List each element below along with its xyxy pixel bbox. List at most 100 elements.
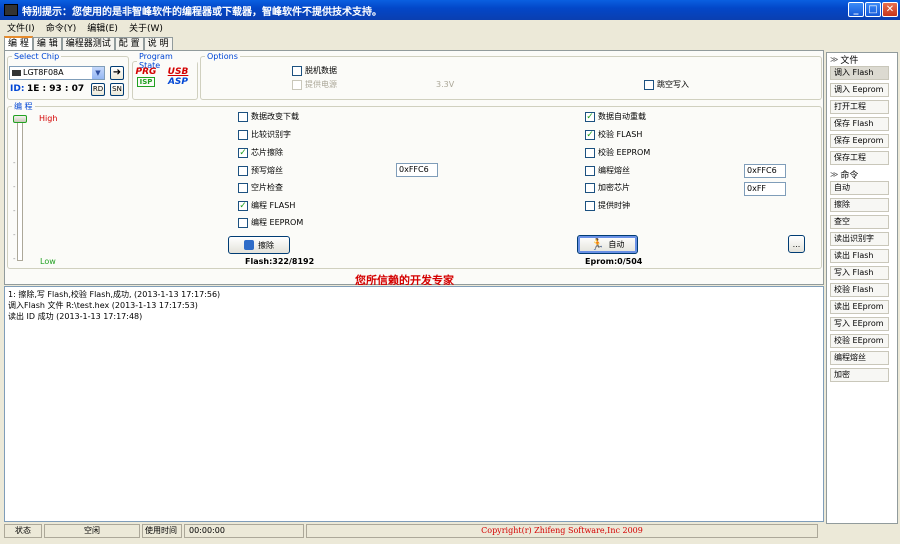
left-option-label: 预写熔丝 bbox=[251, 166, 283, 175]
close-button[interactable]: ✕ bbox=[882, 2, 898, 17]
status-bar: 状态 空闲 使用时间 00:00:00 Copyright(r) Zhifeng… bbox=[4, 523, 824, 540]
tab-strip: 编 程 编 辑 编程器测试 配 置 说 明 bbox=[4, 36, 173, 50]
program-panel: Select Chip LGT8F08A ▼ ➜ ID: 1E : 93 : 0… bbox=[4, 50, 824, 285]
left-option-label: 编程 EEPROM bbox=[251, 218, 304, 227]
tab-program[interactable]: 编 程 bbox=[4, 36, 33, 50]
chevron-down-icon: ▼ bbox=[92, 67, 104, 79]
sidebar-command-item-7[interactable]: 读出 EEprom bbox=[830, 300, 889, 314]
sidebar-command-item-1[interactable]: 擦除 bbox=[830, 198, 889, 212]
usb-label: USB bbox=[167, 67, 189, 77]
minimize-button[interactable]: _ bbox=[848, 2, 864, 17]
right-checkbox-5[interactable]: 提供时钟 bbox=[585, 200, 630, 211]
window-title: 特别提示：您使用的是非智峰软件的编程器或下载器，智峰软件不提供技术支持。 bbox=[22, 6, 382, 18]
left-checkbox-1[interactable]: 比较识别字 bbox=[238, 129, 291, 140]
checkbox-box bbox=[585, 147, 595, 158]
slogan-text: 您所信赖的开发专家 bbox=[355, 274, 454, 285]
provide-power-label: 提供电源 bbox=[305, 80, 337, 89]
sidebar-file-item-2[interactable]: 打开工程 bbox=[830, 100, 889, 114]
auto-button[interactable]: 🏃 自动 bbox=[577, 235, 638, 254]
checkbox-box bbox=[238, 111, 248, 122]
left-checkbox-0[interactable]: 数据改变下载 bbox=[238, 111, 299, 122]
speed-high-label: High bbox=[39, 114, 58, 123]
left-checkbox-5[interactable]: ✓ 编程 FLASH bbox=[238, 200, 295, 211]
sidebar-command-item-11[interactable]: 加密 bbox=[830, 368, 889, 382]
speed-slider-track[interactable] bbox=[17, 115, 23, 261]
prg-isp-indicator: PRG ISP bbox=[135, 67, 157, 91]
right-option-label: 校验 EEPROM bbox=[598, 148, 651, 157]
left-checkbox-4[interactable]: 空片检查 bbox=[238, 182, 283, 193]
tab-programmer-test[interactable]: 编程器测试 bbox=[61, 37, 115, 50]
checkmark-icon: ✓ bbox=[585, 129, 595, 140]
sidebar-command-item-9[interactable]: 校验 EEprom bbox=[830, 334, 889, 348]
menu-file[interactable]: 文件(I) bbox=[7, 21, 35, 34]
chip-id-label: ID: bbox=[10, 84, 25, 94]
tab-help[interactable]: 说 明 bbox=[143, 37, 173, 50]
checkbox-box bbox=[585, 200, 595, 211]
options-legend: Options bbox=[207, 52, 238, 61]
isp-label: ISP bbox=[137, 77, 155, 87]
menu-command[interactable]: 命令(Y) bbox=[46, 21, 77, 34]
program-legend: 编 程 bbox=[14, 102, 33, 111]
right-option-label: 校验 FLASH bbox=[598, 130, 643, 139]
sidebar-file-item-1[interactable]: 调入 Eeprom bbox=[830, 83, 889, 97]
eraser-icon bbox=[244, 240, 254, 250]
skip-empty-label: 跳空写入 bbox=[657, 80, 689, 89]
offline-data-checkbox[interactable]: 脱机数据 bbox=[292, 65, 337, 76]
right-checkbox-1[interactable]: ✓ 校验 FLASH bbox=[585, 129, 642, 140]
provide-power-checkbox[interactable]: 提供电源 bbox=[292, 79, 337, 90]
right-option-label: 数据自动重载 bbox=[598, 112, 646, 121]
asp-label: ASP bbox=[167, 77, 189, 87]
erase-button[interactable]: 擦除 bbox=[228, 236, 290, 254]
checkbox-box bbox=[292, 79, 302, 90]
right-checkbox-0[interactable]: ✓ 数据自动重载 bbox=[585, 111, 646, 122]
chip-id-value: 1E : 93 : 07 bbox=[27, 84, 85, 94]
skip-empty-checkbox[interactable]: 跳空写入 bbox=[644, 79, 689, 90]
sn-button[interactable]: SN bbox=[110, 83, 124, 96]
file-section-title: 文件 bbox=[840, 56, 859, 66]
sidebar-command-item-3[interactable]: 读出识别字 bbox=[830, 232, 889, 246]
command-items: 自动擦除查空读出识别字读出 Flash 写入 Flash 校验 Flash 读出 EE… bbox=[827, 181, 897, 382]
more-button[interactable]: ... bbox=[788, 235, 805, 253]
sidebar-command-item-8[interactable]: 写入 EEprom bbox=[830, 317, 889, 331]
checkbox-box bbox=[292, 65, 302, 76]
running-man-icon: 🏃 bbox=[590, 238, 605, 251]
sidebar-file-item-0[interactable]: 调入 Flash bbox=[830, 66, 889, 80]
command-sidebar: ≫ 文件 调入 Flash 调入 Eeprom 打开工程保存 Flash 保存 Eepr… bbox=[826, 52, 898, 524]
sidebar-file-item-3[interactable]: 保存 Flash bbox=[830, 117, 889, 131]
maximize-button[interactable]: □ bbox=[865, 2, 881, 17]
left-checkbox-6[interactable]: 编程 EEPROM bbox=[238, 217, 303, 228]
command-section-header[interactable]: ≫ 命令 bbox=[827, 168, 897, 181]
checkbox-box bbox=[585, 182, 595, 193]
tab-edit[interactable]: 编 辑 bbox=[32, 37, 62, 50]
sidebar-command-item-0[interactable]: 自动 bbox=[830, 181, 889, 195]
right-checkbox-3[interactable]: 编程熔丝 bbox=[585, 165, 630, 176]
sidebar-file-item-5[interactable]: 保存工程 bbox=[830, 151, 889, 165]
prefuse-value-field[interactable]: 0xFFC6 bbox=[396, 163, 438, 177]
menu-about[interactable]: 关于(W) bbox=[129, 21, 163, 34]
right-checkbox-4[interactable]: 加密芯片 bbox=[585, 182, 630, 193]
sidebar-command-item-2[interactable]: 查空 bbox=[830, 215, 889, 229]
right-checkbox-2[interactable]: 校验 EEPROM bbox=[585, 147, 650, 158]
fuse-value-field[interactable]: 0xFFC6 bbox=[744, 164, 786, 178]
left-checkbox-2[interactable]: ✓ 芯片擦除 bbox=[238, 147, 283, 158]
tab-config[interactable]: 配 置 bbox=[114, 37, 144, 50]
sidebar-command-item-4[interactable]: 读出 Flash bbox=[830, 249, 889, 263]
log-output[interactable]: 1: 擦除,写 Flash,校验 Flash,成功, (2013-1-13 17… bbox=[4, 286, 824, 522]
checkmark-icon: ✓ bbox=[585, 111, 595, 122]
sidebar-command-item-5[interactable]: 写入 Flash bbox=[830, 266, 889, 280]
sidebar-command-item-6[interactable]: 校验 Flash bbox=[830, 283, 889, 297]
flash-info: Flash:322/8192 bbox=[245, 257, 315, 266]
file-section-header[interactable]: ≫ 文件 bbox=[827, 53, 897, 66]
voltage-label: 3.3V bbox=[436, 80, 455, 89]
left-checkbox-3[interactable]: 预写熔丝 bbox=[238, 165, 283, 176]
rd-button[interactable]: RD bbox=[91, 83, 105, 96]
checkbox-box bbox=[585, 165, 595, 176]
arrow-right-button[interactable]: ➜ bbox=[110, 66, 124, 80]
lock-value-field[interactable]: 0xFF bbox=[744, 182, 786, 196]
sidebar-command-item-10[interactable]: 编程熔丝 bbox=[830, 351, 889, 365]
menu-edit[interactable]: 编辑(E) bbox=[87, 21, 118, 34]
sidebar-file-item-4[interactable]: 保存 Eeprom bbox=[830, 134, 889, 148]
speed-slider-thumb[interactable] bbox=[13, 115, 27, 123]
left-option-label: 编程 FLASH bbox=[251, 201, 296, 210]
chip-select[interactable]: LGT8F08A ▼ bbox=[9, 66, 105, 80]
